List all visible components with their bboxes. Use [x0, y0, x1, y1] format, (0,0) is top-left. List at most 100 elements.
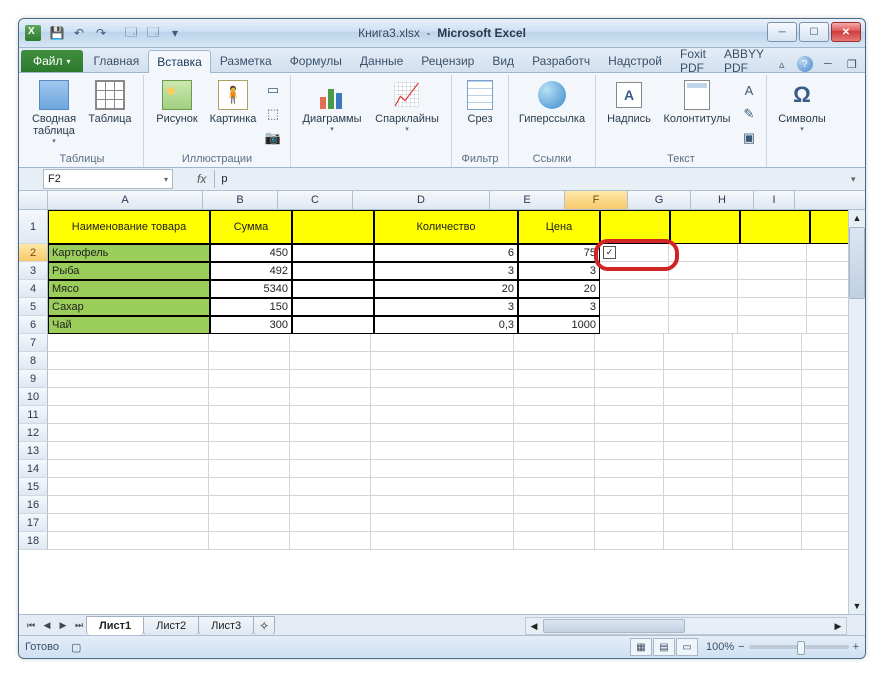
wordart-icon[interactable]: A: [738, 79, 760, 101]
cell-I11[interactable]: [802, 406, 849, 424]
cell-F8[interactable]: [595, 352, 664, 370]
cell-D7[interactable]: [371, 334, 514, 352]
shapes-icon[interactable]: ▭: [262, 79, 284, 101]
minimize-button[interactable]: ─: [767, 22, 797, 42]
sheet-tab-2[interactable]: Лист2: [143, 616, 199, 635]
cell-C14[interactable]: [290, 460, 371, 478]
cell-H1[interactable]: [740, 210, 810, 244]
cell-I13[interactable]: [802, 442, 849, 460]
cell-A8[interactable]: [48, 352, 209, 370]
cell-C7[interactable]: [290, 334, 371, 352]
cell-C2[interactable]: [292, 244, 374, 262]
zoom-knob[interactable]: [797, 641, 805, 655]
cell-E14[interactable]: [514, 460, 595, 478]
row-header-10[interactable]: 10: [19, 388, 48, 406]
cell-C11[interactable]: [290, 406, 371, 424]
cell-F13[interactable]: [595, 442, 664, 460]
cell-A16[interactable]: [48, 496, 209, 514]
cell-C5[interactable]: [292, 298, 374, 316]
clipart-button[interactable]: 🧍 Картинка: [206, 77, 260, 125]
cell-D3[interactable]: 3: [374, 262, 518, 280]
cell-G15[interactable]: [664, 478, 733, 496]
cell-C8[interactable]: [290, 352, 371, 370]
cell-G9[interactable]: [664, 370, 733, 388]
checkbox-control[interactable]: [603, 246, 616, 259]
row-header-1[interactable]: 1: [19, 210, 48, 244]
cell-D16[interactable]: [371, 496, 514, 514]
cell-A1[interactable]: Наименование товара: [48, 210, 210, 244]
cell-B15[interactable]: [209, 478, 290, 496]
horizontal-scrollbar[interactable]: ◀ ▶: [525, 617, 847, 635]
cell-B10[interactable]: [209, 388, 290, 406]
cell-G3[interactable]: [669, 262, 738, 280]
headerfooter-button[interactable]: Колонтитулы: [658, 77, 736, 125]
cell-E8[interactable]: [514, 352, 595, 370]
cell-H3[interactable]: [738, 262, 807, 280]
col-header-D[interactable]: D: [353, 191, 490, 209]
sheet-nav-last-icon[interactable]: ⏭: [71, 617, 87, 633]
zoom-in-icon[interactable]: +: [853, 641, 859, 653]
cell-D6[interactable]: 0,3: [374, 316, 518, 334]
cell-C18[interactable]: [290, 532, 371, 550]
cell-I5[interactable]: [807, 298, 854, 316]
cell-C16[interactable]: [290, 496, 371, 514]
cell-B9[interactable]: [209, 370, 290, 388]
cell-A4[interactable]: Мясо: [48, 280, 210, 298]
sparklines-button[interactable]: 📈 Спарклайны: [369, 77, 445, 133]
cell-I14[interactable]: [802, 460, 849, 478]
qat-customize-icon[interactable]: ▾: [165, 23, 185, 43]
cell-H8[interactable]: [733, 352, 802, 370]
cell-A5[interactable]: Сахар: [48, 298, 210, 316]
cell-H5[interactable]: [738, 298, 807, 316]
pivot-table-button[interactable]: Сводная таблица: [27, 77, 81, 145]
cell-D18[interactable]: [371, 532, 514, 550]
cell-D17[interactable]: [371, 514, 514, 532]
cell-A2[interactable]: Картофель: [48, 244, 210, 262]
cell-H17[interactable]: [733, 514, 802, 532]
cell-C13[interactable]: [290, 442, 371, 460]
cell-G6[interactable]: [669, 316, 738, 334]
cell-F7[interactable]: [595, 334, 664, 352]
cell-A10[interactable]: [48, 388, 209, 406]
cell-D15[interactable]: [371, 478, 514, 496]
cell-A7[interactable]: [48, 334, 209, 352]
cell-I15[interactable]: [802, 478, 849, 496]
cell-I12[interactable]: [802, 424, 849, 442]
cell-F11[interactable]: [595, 406, 664, 424]
cell-E5[interactable]: 3: [518, 298, 600, 316]
scroll-left-icon[interactable]: ◀: [526, 621, 542, 632]
cell-E10[interactable]: [514, 388, 595, 406]
cell-F18[interactable]: [595, 532, 664, 550]
fx-button[interactable]: fx: [197, 172, 206, 186]
picture-button[interactable]: Рисунок: [150, 77, 204, 125]
cell-E13[interactable]: [514, 442, 595, 460]
tab-developer[interactable]: Разработч: [523, 49, 599, 72]
smartart-icon[interactable]: ⬚: [262, 103, 284, 125]
maximize-button[interactable]: ☐: [799, 22, 829, 42]
cell-B16[interactable]: [209, 496, 290, 514]
col-header-E[interactable]: E: [490, 191, 565, 209]
cell-H2[interactable]: [738, 244, 807, 262]
cell-C1[interactable]: [292, 210, 374, 244]
redo-icon[interactable]: ↷: [91, 23, 111, 43]
cell-H13[interactable]: [733, 442, 802, 460]
cell-A12[interactable]: [48, 424, 209, 442]
col-header-F[interactable]: F: [565, 191, 628, 209]
cell-C6[interactable]: [292, 316, 374, 334]
cell-A9[interactable]: [48, 370, 209, 388]
cell-E4[interactable]: 20: [518, 280, 600, 298]
object-icon[interactable]: ▣: [738, 127, 760, 149]
macro-record-icon[interactable]: ▢: [71, 641, 81, 654]
cell-E1[interactable]: Цена: [518, 210, 600, 244]
tab-foxit[interactable]: Foxit PDF: [671, 49, 715, 72]
cell-E2[interactable]: 75: [518, 244, 600, 262]
cell-H11[interactable]: [733, 406, 802, 424]
sheet-tab-1[interactable]: Лист1: [86, 616, 144, 635]
cell-D11[interactable]: [371, 406, 514, 424]
cell-H15[interactable]: [733, 478, 802, 496]
cell-I10[interactable]: [802, 388, 849, 406]
cell-D14[interactable]: [371, 460, 514, 478]
cell-G16[interactable]: [664, 496, 733, 514]
row-header-8[interactable]: 8: [19, 352, 48, 370]
cell-G14[interactable]: [664, 460, 733, 478]
